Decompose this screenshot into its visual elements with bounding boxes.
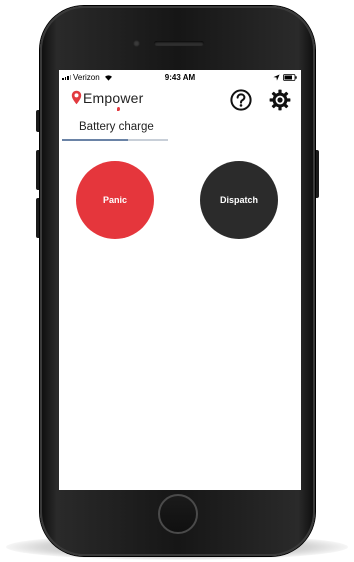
battery-charge-progress-fill <box>62 139 128 141</box>
logo-wordmark: Empower <box>83 90 144 106</box>
status-time: 9:43 AM <box>164 73 196 82</box>
device-mockup: Verizon 9:43 AM Empower Battery charge P… <box>0 0 354 562</box>
tab-bar: Battery charge <box>59 118 301 142</box>
location-arrow-icon <box>273 74 280 81</box>
app-screen: Verizon 9:43 AM Empower Battery charge P… <box>59 70 301 490</box>
help-icon[interactable] <box>230 89 252 111</box>
front-camera-icon <box>133 40 140 47</box>
panic-button[interactable]: Panic <box>76 161 154 239</box>
dispatch-button[interactable]: Dispatch <box>200 161 278 239</box>
tab-battery-charge[interactable]: Battery charge <box>79 121 154 133</box>
map-pin-icon <box>71 90 82 105</box>
status-bar: Verizon 9:43 AM <box>59 70 301 86</box>
home-button[interactable] <box>158 494 198 534</box>
gear-icon[interactable] <box>269 89 291 111</box>
battery-icon <box>283 74 297 81</box>
battery-charge-progress-track <box>62 139 168 141</box>
logo-sub-pin-icon <box>117 107 120 111</box>
empower-logo: Empower <box>71 89 161 115</box>
app-header: Empower <box>59 86 301 118</box>
earpiece-speaker <box>154 41 204 46</box>
